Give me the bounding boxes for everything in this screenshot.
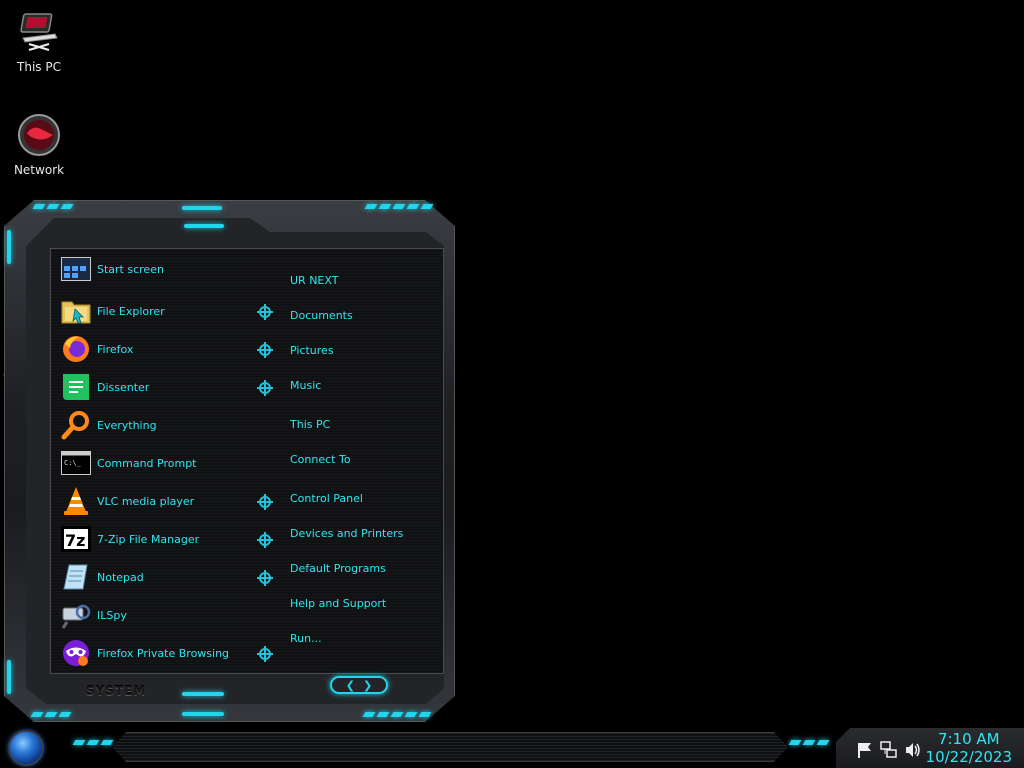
- 7zip-icon: 7z: [60, 523, 92, 555]
- place-ur-next[interactable]: UR NEXT: [290, 274, 338, 287]
- program-label: Dissenter: [97, 380, 150, 394]
- jumplist-crosshair-icon[interactable]: [257, 532, 273, 548]
- frame-accent: [182, 692, 224, 696]
- jumplist-crosshair-icon[interactable]: [257, 494, 273, 510]
- program-everything[interactable]: Everything: [60, 408, 280, 442]
- clock-date: 10/22/2023: [925, 748, 1012, 766]
- program-file-explorer[interactable]: File Explorer: [60, 294, 280, 328]
- system-tray: 7:10 AM 10/22/2023: [836, 728, 1024, 768]
- taskbar-clock[interactable]: 7:10 AM 10/22/2023: [926, 730, 1012, 766]
- program-command-prompt[interactable]: C:\_ Command Prompt: [60, 446, 280, 480]
- place-devices-and-printers[interactable]: Devices and Printers: [290, 527, 403, 540]
- program-label: ILSpy: [97, 608, 127, 622]
- frame-accent: [364, 204, 434, 209]
- clock-time: 7:10 AM: [937, 730, 1000, 748]
- program-firefox[interactable]: Firefox: [60, 332, 280, 366]
- svg-text:7z: 7z: [65, 531, 85, 550]
- private-browsing-icon: [60, 637, 92, 669]
- start-button[interactable]: [8, 730, 44, 766]
- notepad-icon: [60, 561, 92, 593]
- program-label: Notepad: [97, 570, 144, 584]
- frame-accent: [182, 206, 222, 210]
- chevron-left-icon[interactable]: ❮: [346, 679, 355, 692]
- start-screen-icon: [60, 253, 92, 285]
- place-help-and-support[interactable]: Help and Support: [290, 597, 386, 610]
- program-label: File Explorer: [97, 304, 165, 318]
- chevron-right-icon[interactable]: ❯: [363, 679, 372, 692]
- program-label: Firefox: [97, 342, 134, 356]
- desktop-icon-network[interactable]: Network: [0, 111, 78, 177]
- program-dissenter[interactable]: Dissenter: [60, 370, 280, 404]
- place-run[interactable]: Run...: [290, 632, 322, 645]
- frame-accent: [184, 224, 224, 228]
- taskbar-task-area[interactable]: [112, 732, 788, 762]
- taskbar-accent: [788, 740, 830, 745]
- firefox-icon: [60, 333, 92, 365]
- program-7zip[interactable]: 7z 7-Zip File Manager: [60, 522, 280, 556]
- computer-icon: [15, 8, 63, 56]
- program-label: Everything: [97, 418, 157, 432]
- program-label: Firefox Private Browsing: [97, 646, 230, 660]
- desktop-icon-label: Network: [13, 163, 65, 177]
- place-control-panel[interactable]: Control Panel: [290, 492, 363, 505]
- jumplist-crosshair-icon[interactable]: [257, 304, 273, 320]
- brand-label: SYSTEM: [86, 684, 147, 698]
- frame-accent: [7, 660, 11, 694]
- svg-text:C:\_: C:\_: [64, 459, 82, 467]
- terminal-icon: C:\_: [60, 447, 92, 479]
- program-notepad[interactable]: Notepad: [60, 560, 280, 594]
- place-this-pc[interactable]: This PC: [290, 418, 330, 431]
- taskbar-accent: [72, 740, 114, 745]
- ilspy-icon: [60, 599, 92, 631]
- jumplist-crosshair-icon[interactable]: [257, 342, 273, 358]
- jumplist-crosshair-icon[interactable]: [257, 646, 273, 662]
- vlc-cone-icon: [60, 485, 92, 517]
- flag-icon[interactable]: [856, 741, 874, 759]
- desktop-icon-this-pc[interactable]: This PC: [0, 8, 78, 74]
- jumplist-crosshair-icon[interactable]: [257, 380, 273, 396]
- program-label: 7-Zip File Manager: [97, 532, 200, 546]
- frame-accent: [7, 230, 11, 264]
- jumplist-crosshair-icon[interactable]: [257, 570, 273, 586]
- program-ilspy[interactable]: ILSpy: [60, 598, 280, 632]
- program-firefox-private[interactable]: Firefox Private Browsing: [60, 636, 280, 670]
- start-menu: Start screen File Explorer Firefox Disse…: [4, 200, 455, 722]
- frame-accent: [30, 712, 72, 717]
- program-label: VLC media player: [97, 494, 195, 508]
- dissenter-icon: [60, 371, 92, 403]
- network-icon[interactable]: [880, 741, 898, 759]
- network-globe-icon: [15, 111, 63, 159]
- magnifier-icon: [60, 409, 92, 441]
- place-music[interactable]: Music: [290, 379, 321, 392]
- frame-accent: [32, 204, 74, 209]
- program-start-screen[interactable]: Start screen: [60, 252, 280, 286]
- place-default-programs[interactable]: Default Programs: [290, 562, 386, 575]
- place-connect-to[interactable]: Connect To: [290, 453, 351, 466]
- frame-accent: [182, 712, 224, 716]
- menu-nav-arrows[interactable]: ❮ ❯: [330, 676, 388, 694]
- program-label: Command Prompt: [97, 456, 197, 470]
- folder-icon: [60, 295, 92, 327]
- program-label: Start screen: [97, 262, 164, 276]
- desktop-icon-label: This PC: [17, 60, 61, 74]
- place-pictures[interactable]: Pictures: [290, 344, 334, 357]
- frame-accent: [362, 712, 432, 717]
- volume-icon[interactable]: [904, 741, 922, 759]
- program-vlc[interactable]: VLC media player: [60, 484, 280, 518]
- place-documents[interactable]: Documents: [290, 309, 353, 322]
- taskbar: 7:10 AM 10/22/2023: [0, 724, 1024, 768]
